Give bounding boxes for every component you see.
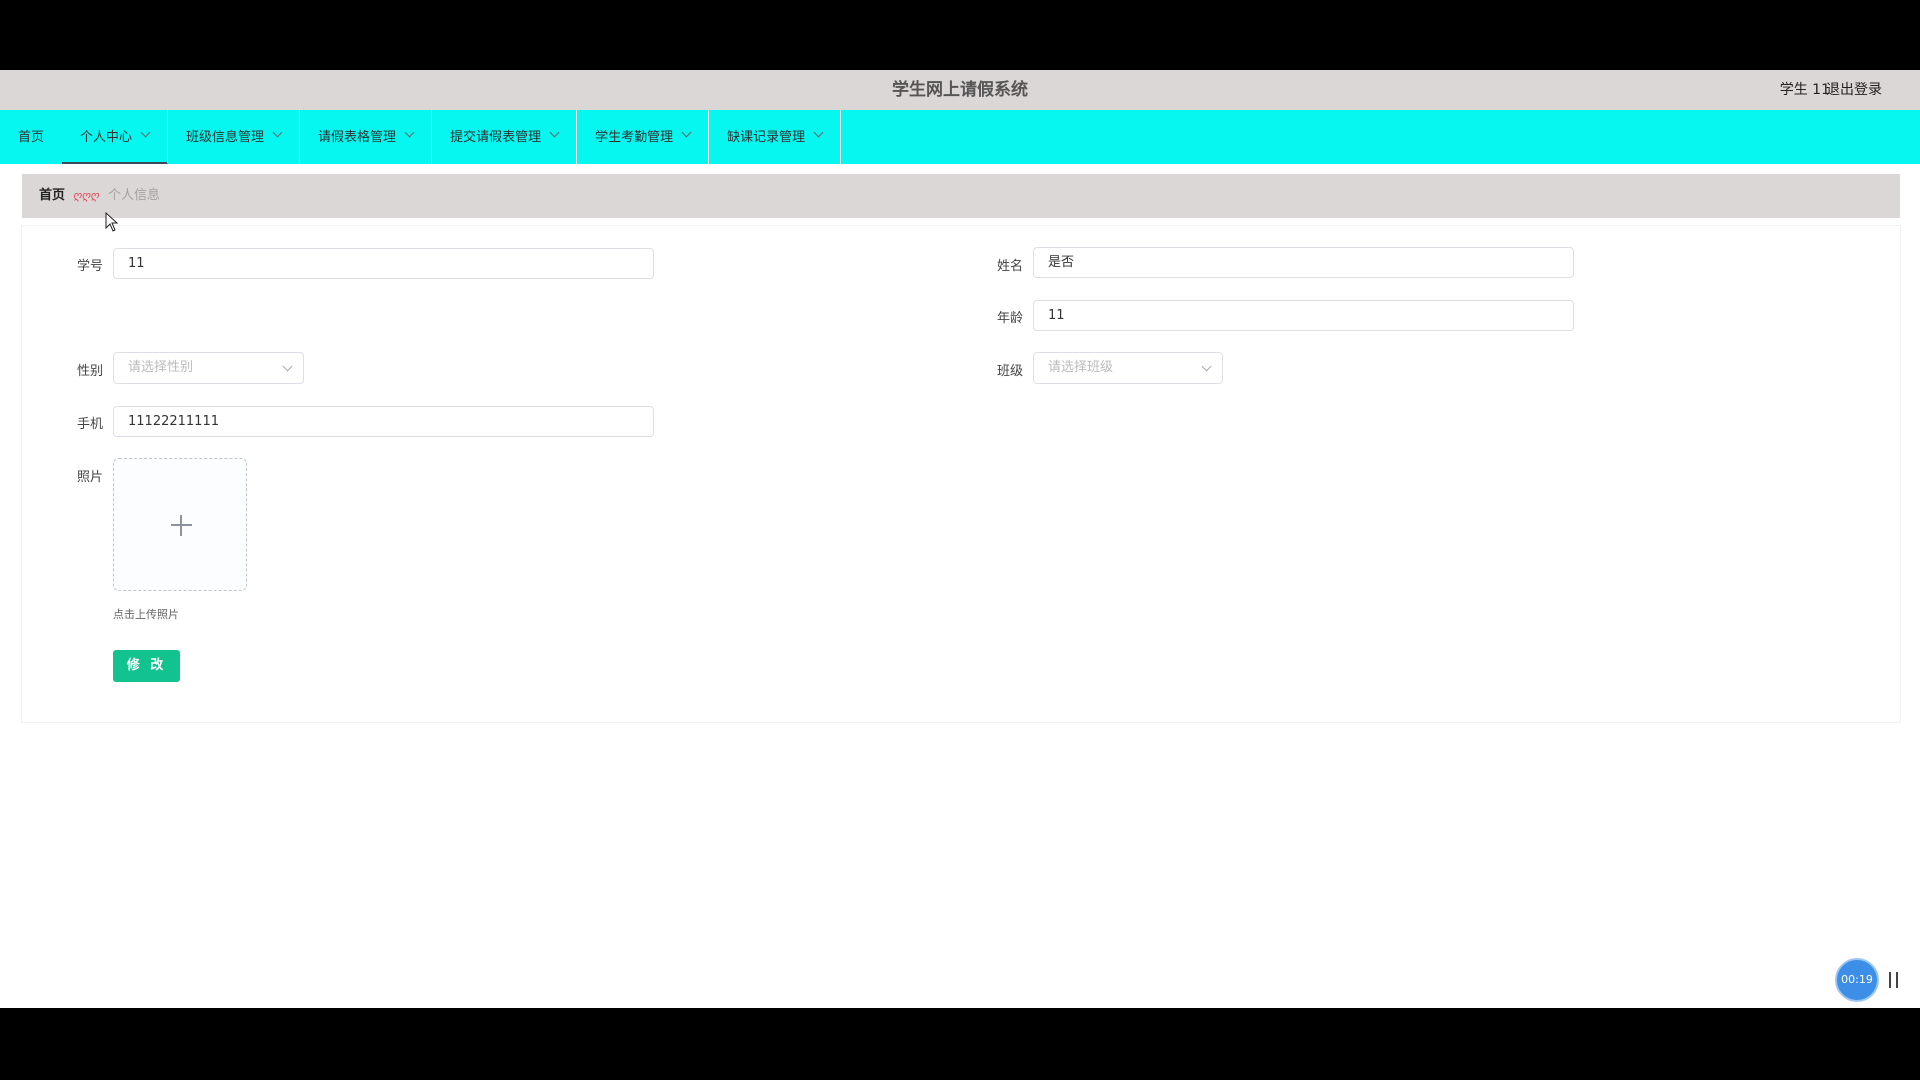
main-nav: 首页 个人中心 班级信息管理 请假表格管理 提交请假表管理 学生考勤管理 缺课记… [0, 110, 1920, 164]
student-id-label: 学号 [77, 259, 104, 274]
nav-label: 提交请假表管理 [450, 130, 542, 145]
class-label: 班级 [997, 364, 1024, 379]
nav-home-label: 首页 [18, 130, 45, 145]
chevron-down-icon [404, 127, 415, 138]
nav-attendance[interactable]: 学生考勤管理 [577, 110, 710, 164]
recorder-timer[interactable]: 00:19 [1835, 958, 1879, 1002]
nav-home[interactable]: 首页 [0, 110, 62, 164]
recorder-controls [1880, 962, 1920, 998]
breadcrumb: 首页 ღღღ 个人信息 [22, 174, 1900, 218]
name-field[interactable]: 是否 [1033, 247, 1574, 278]
photo-upload[interactable] [113, 458, 247, 591]
profile-form-panel [22, 226, 1900, 722]
nav-label: 个人中心 [80, 130, 133, 145]
nav-label: 缺课记录管理 [727, 130, 806, 145]
chevron-down-icon [549, 127, 560, 138]
class-select[interactable]: 请选择班级 [1033, 352, 1223, 384]
nav-leave-forms[interactable]: 请假表格管理 [300, 110, 433, 164]
class-placeholder: 请选择班级 [1048, 360, 1114, 375]
gender-placeholder: 请选择性别 [128, 360, 194, 375]
title-bar: 学生网上请假系统 学生 11 退出登录 [0, 70, 1920, 110]
nav-label: 学生考勤管理 [595, 130, 674, 145]
chevron-down-icon [140, 127, 151, 138]
gender-select[interactable]: 请选择性别 [113, 352, 304, 384]
app-title: 学生网上请假系统 [892, 80, 1028, 100]
nav-submit-leave[interactable]: 提交请假表管理 [432, 110, 578, 164]
chevron-down-icon [681, 127, 692, 138]
nav-absence-records[interactable]: 缺课记录管理 [709, 110, 842, 164]
age-field[interactable]: 11 [1033, 300, 1574, 331]
nav-personal-center[interactable]: 个人中心 [62, 110, 169, 164]
chevron-down-icon [813, 127, 824, 138]
chevron-down-icon [1201, 361, 1212, 372]
chevron-down-icon [272, 127, 283, 138]
phone-field[interactable]: 11122211111 [113, 406, 654, 437]
nav-label: 班级信息管理 [186, 130, 265, 145]
logout-link[interactable]: 退出登录 [1826, 70, 1882, 110]
nav-class-info[interactable]: 班级信息管理 [168, 110, 301, 164]
current-user: 学生 11 [1779, 82, 1830, 98]
plus-icon [180, 515, 182, 536]
breadcrumb-separator: ღღღ [73, 189, 99, 202]
mouse-cursor-icon [105, 212, 119, 232]
student-id-field[interactable]: 11 [113, 248, 654, 279]
breadcrumb-home[interactable]: 首页 [39, 174, 65, 218]
phone-label: 手机 [77, 417, 104, 432]
gender-label: 性别 [77, 364, 104, 379]
name-label: 姓名 [997, 259, 1024, 274]
chevron-down-icon [282, 361, 293, 372]
age-label: 年龄 [997, 311, 1024, 326]
app-screen: 学生网上请假系统 学生 11 退出登录 首页 个人中心 班级信息管理 请假表格管… [0, 70, 1920, 1008]
nav-label: 请假表格管理 [318, 130, 397, 145]
pause-icon[interactable] [1889, 972, 1901, 988]
photo-label: 照片 [77, 470, 104, 485]
update-button[interactable]: 修 改 [113, 650, 180, 682]
photo-upload-hint: 点击上传照片 [113, 608, 179, 621]
